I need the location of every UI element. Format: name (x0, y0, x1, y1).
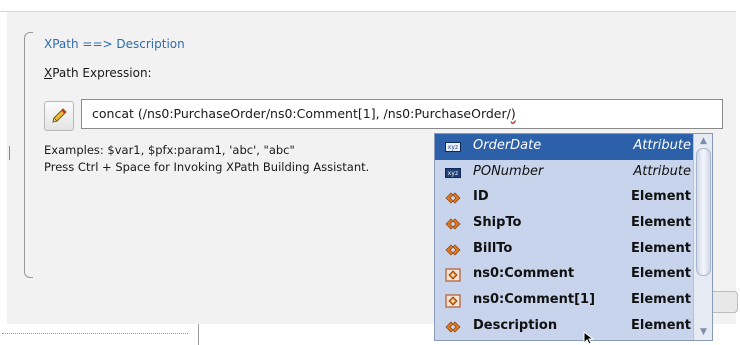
popup-scrollbar[interactable]: ▲ ▼ (693, 134, 712, 340)
pencil-icon (52, 108, 67, 123)
edit-expression-button[interactable] (44, 101, 74, 131)
attribute-icon: xyz (445, 142, 461, 152)
scroll-up-icon[interactable]: ▲ (696, 135, 711, 147)
expression-caret-char: ) (510, 106, 516, 121)
xpath-expression-input[interactable]: concat (/ns0:PurchaseOrder/ns0:Comment[1… (81, 99, 723, 129)
suggestion-name: ns0:Comment (473, 266, 575, 282)
scroll-down-icon[interactable]: ▼ (696, 326, 711, 338)
suggestion-item[interactable]: xyz OrderDate Attribute (435, 134, 693, 160)
suggestion-name: ns0:Comment[1] (473, 292, 596, 308)
scroll-thumb[interactable] (696, 148, 711, 276)
suggestion-kind: Element (631, 266, 691, 282)
section-title: XPath ==> Description (44, 37, 185, 51)
repeating-element-icon (445, 294, 461, 308)
examples-hint: Examples: $var1, $pfx:param1, 'abc', "ab… (44, 143, 295, 157)
suggestion-kind: Element (631, 317, 691, 333)
label-text: Path Expression: (52, 66, 152, 80)
bottom-divider (198, 324, 199, 345)
autocomplete-popup: xyz OrderDate Attribute xyz PONumber Attribut… (434, 133, 713, 341)
suggestion-kind: Attribute (633, 138, 691, 153)
suggestion-name: OrderDate (473, 138, 542, 153)
suggestion-name: BillTo (473, 240, 513, 256)
suggestion-name: ID (473, 189, 489, 205)
suggestion-kind: Element (631, 292, 691, 308)
left-marker (9, 146, 10, 160)
suggestion-item[interactable]: ShipTo Element (435, 211, 693, 237)
suggestion-kind: Element (631, 240, 691, 256)
mouse-pointer-icon (583, 331, 595, 345)
suggestion-item[interactable]: BillTo Element (435, 237, 693, 263)
label-mnemonic: X (44, 66, 53, 80)
dotted-separator (2, 333, 188, 334)
element-icon (445, 218, 461, 230)
suggestion-name: Description (473, 317, 558, 333)
element-icon (445, 244, 461, 256)
suggestion-item[interactable]: ns0:Comment Element (435, 262, 693, 288)
element-icon (445, 321, 461, 333)
suggestion-kind: Element (631, 215, 691, 231)
suggestion-name: PONumber (473, 163, 544, 179)
suggestion-item[interactable]: Description Element (435, 314, 693, 340)
suggestion-name: ShipTo (473, 215, 522, 231)
suggestion-item[interactable]: xyz PONumber Attribute (435, 160, 693, 186)
suggestion-item[interactable]: ID Element (435, 185, 693, 211)
shortcut-hint: Press Ctrl + Space for Invoking XPath Bu… (44, 160, 370, 174)
xpath-expression-label: XPath Expression: (44, 66, 152, 80)
attribute-icon: xyz (445, 167, 461, 178)
expression-text: concat (/ns0:PurchaseOrder/ns0:Comment[1… (92, 106, 511, 121)
suggestion-kind: Attribute (633, 163, 691, 179)
group-bracket (24, 32, 33, 278)
suggestion-item[interactable]: ns0:Comment[1] Element (435, 288, 693, 314)
element-icon (445, 192, 461, 204)
suggestion-list: xyz OrderDate Attribute xyz PONumber Attribut… (435, 134, 693, 340)
repeating-element-icon (445, 268, 461, 283)
suggestion-kind: Element (631, 189, 691, 205)
